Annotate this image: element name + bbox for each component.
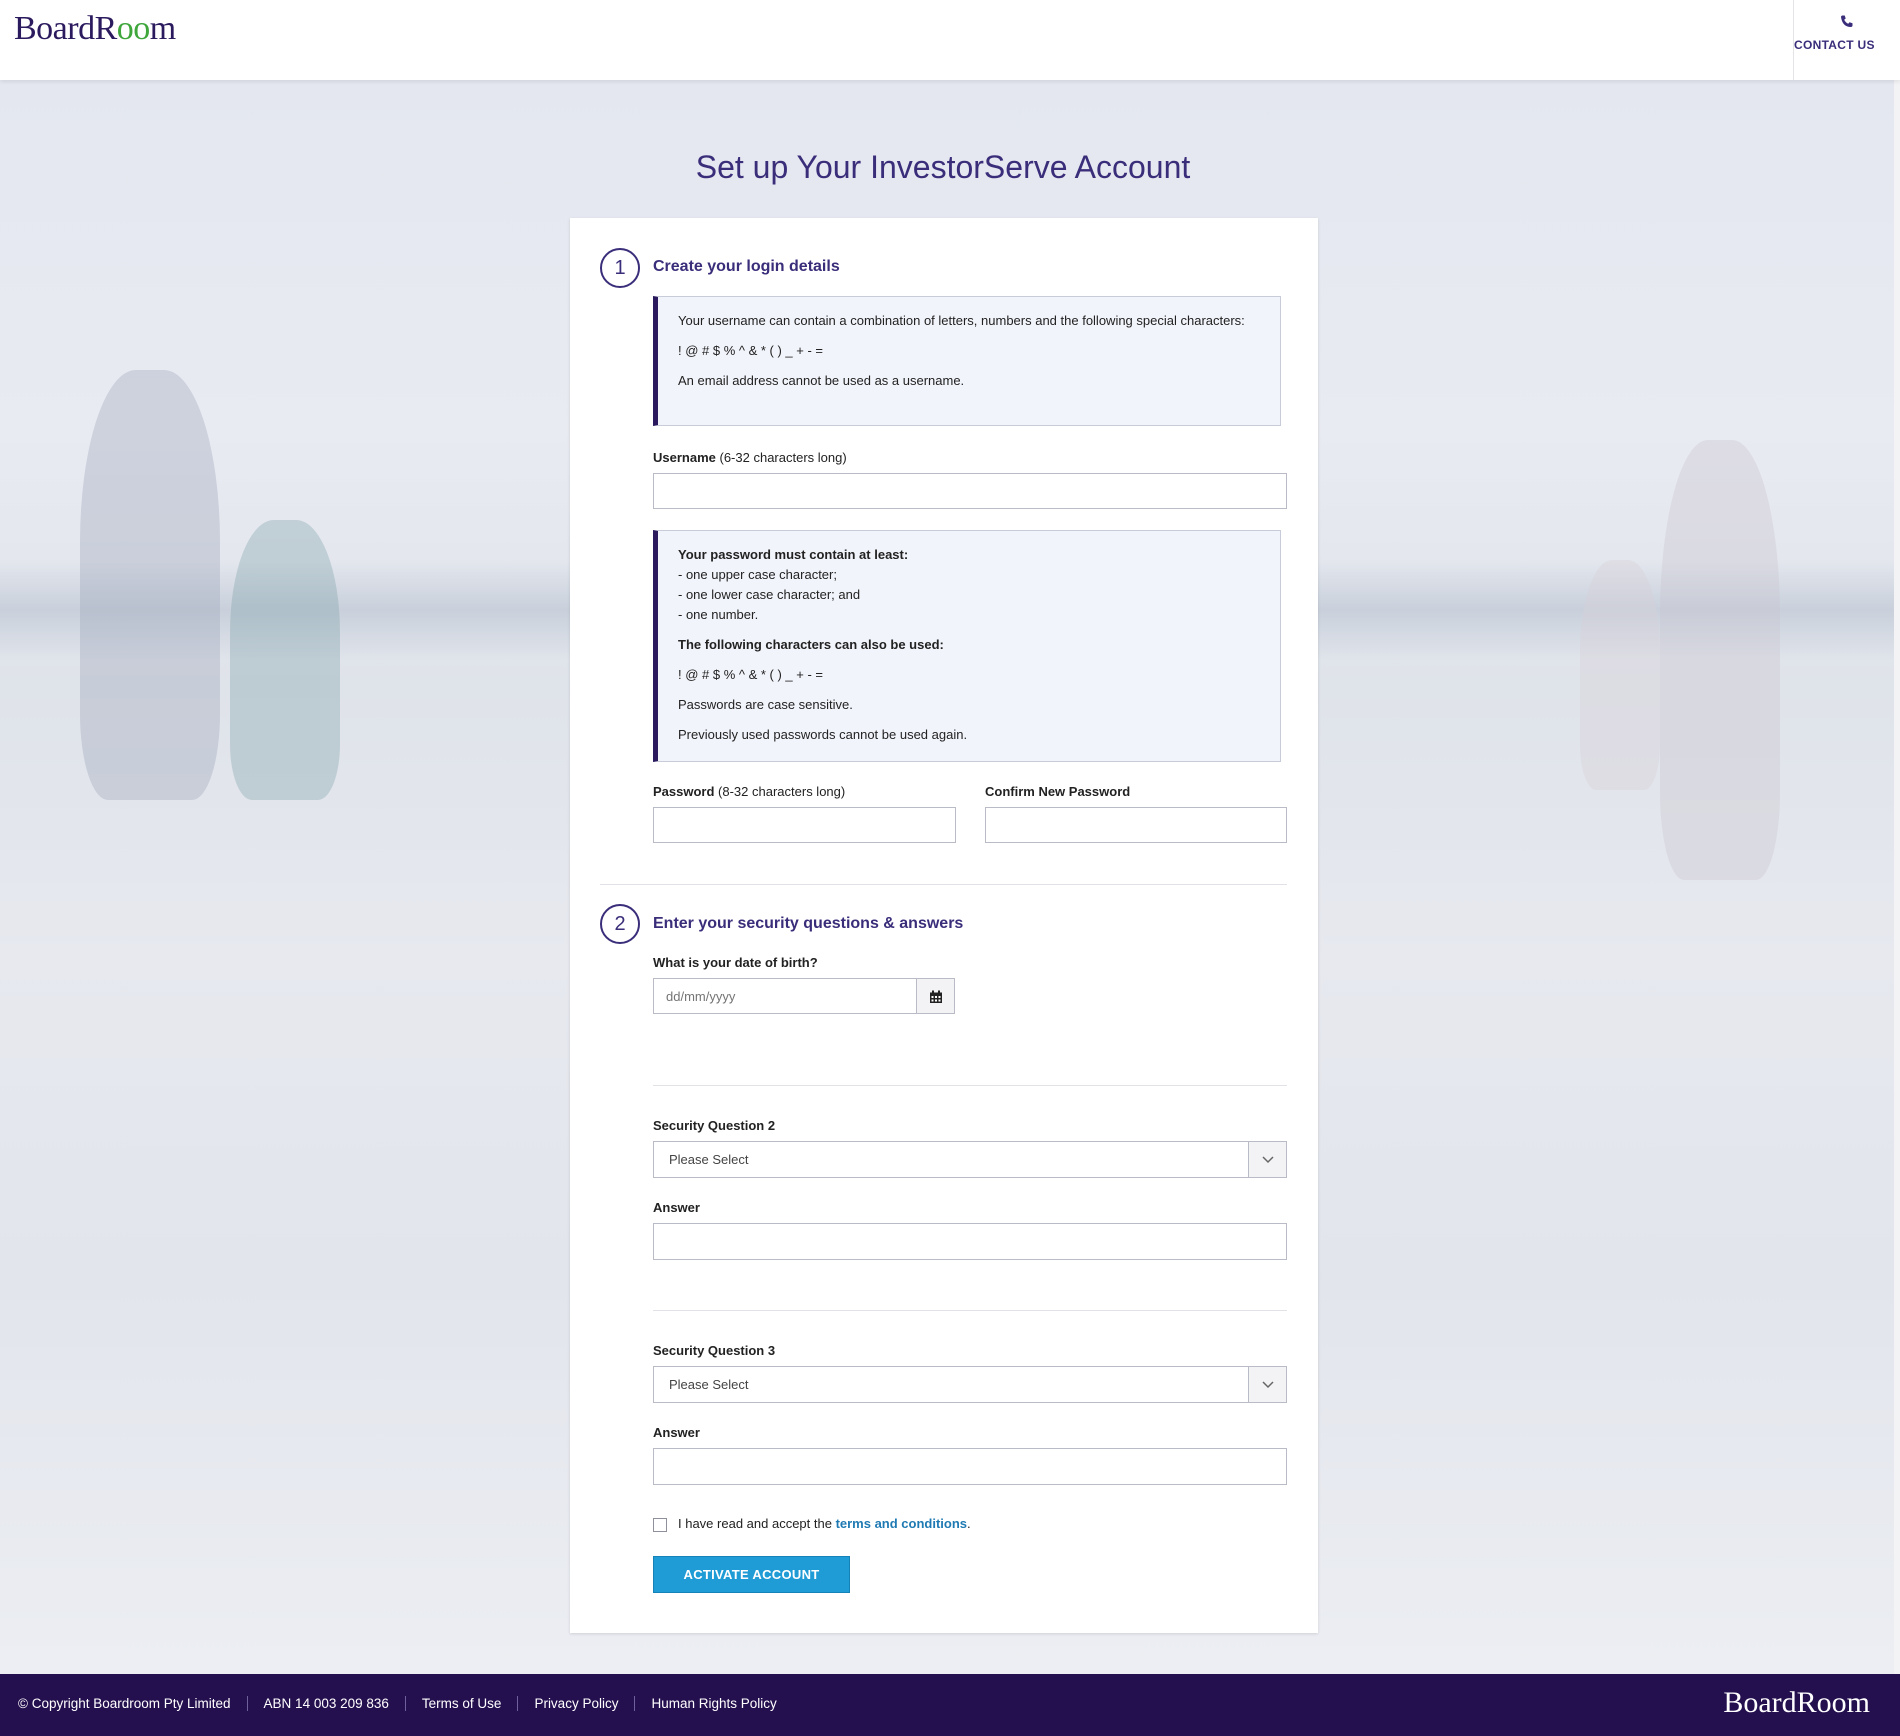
site-footer: © Copyright Boardroom Pty Limited ABN 14…: [0, 1674, 1900, 1736]
confirm-password-label: Confirm New Password: [985, 784, 1131, 799]
terms-link[interactable]: terms and conditions: [836, 1516, 967, 1531]
password-req-upper: - one upper case character;: [678, 567, 837, 582]
page-scrollbar[interactable]: [1894, 80, 1900, 1674]
password-req-lower: - one lower case character; and: [678, 587, 861, 602]
answer-2-label: Answer: [653, 1200, 700, 1215]
question-divider: [653, 1085, 1287, 1086]
calendar-button[interactable]: [916, 978, 955, 1014]
contact-us-label: CONTACT US: [1794, 38, 1875, 52]
dob-input[interactable]: [653, 978, 917, 1014]
answer-2-input[interactable]: [653, 1223, 1287, 1260]
step-2-badge: 2: [600, 904, 640, 944]
calendar-icon: [929, 990, 942, 1003]
phone-icon: [1794, 14, 1900, 34]
background-figure-mother: [1660, 440, 1780, 880]
username-label: Username (6-32 characters long): [653, 450, 847, 465]
footer-human-rights-link[interactable]: Human Rights Policy: [634, 1696, 792, 1711]
chevron-down-icon: [1248, 1367, 1286, 1402]
page-title: Set up Your InvestorServe Account: [695, 149, 1191, 186]
boardroom-logo[interactable]: BoardRoom: [14, 10, 176, 48]
account-setup-form: 1 Create your login details Your usernam…: [570, 218, 1318, 1633]
footer-abn: ABN 14 003 209 836: [246, 1696, 405, 1711]
security-question-3-select[interactable]: Please Select: [653, 1366, 1287, 1403]
footer-links: © Copyright Boardroom Pty Limited ABN 14…: [18, 1696, 793, 1711]
username-input[interactable]: [653, 473, 1287, 509]
step-2-title: Enter your security questions & answers: [653, 915, 964, 932]
password-rules-heading: Your password must contain at least:: [678, 547, 909, 562]
password-rules-box: Your password must contain at least: - o…: [653, 530, 1281, 762]
password-also-heading: The following characters can also be use…: [678, 637, 944, 652]
footer-copyright: © Copyright Boardroom Pty Limited: [18, 1696, 231, 1711]
contact-us-button[interactable]: CONTACT US: [1793, 0, 1900, 80]
footer-logo: BoardRoom: [1723, 1686, 1870, 1719]
terms-label: I have read and accept the terms and con…: [678, 1516, 971, 1531]
answer-3-label: Answer: [653, 1425, 700, 1440]
confirm-password-input[interactable]: [985, 807, 1287, 843]
username-allowed-chars: ! @ # $ % ^ & * ( ) _ + - =: [678, 343, 824, 358]
question-divider: [653, 1310, 1287, 1311]
background-figure-child: [230, 520, 340, 800]
password-case-note: Passwords are case sensitive.: [678, 697, 853, 712]
password-reuse-note: Previously used passwords cannot be used…: [678, 727, 968, 742]
password-req-number: - one number.: [678, 607, 759, 622]
footer-terms-link[interactable]: Terms of Use: [404, 1696, 518, 1711]
footer-privacy-link[interactable]: Privacy Policy: [517, 1696, 634, 1711]
activate-account-button[interactable]: ACTIVATE ACCOUNT: [653, 1556, 850, 1593]
security-question-3-label: Security Question 3: [653, 1343, 776, 1358]
chevron-down-icon: [1248, 1142, 1286, 1177]
step-1-title: Create your login details: [653, 258, 840, 275]
security-question-2-select[interactable]: Please Select: [653, 1141, 1287, 1178]
step-1-badge: 1: [600, 248, 640, 288]
password-label: Password (8-32 characters long): [653, 784, 846, 799]
terms-checkbox[interactable]: [653, 1518, 667, 1532]
security-question-2-label: Security Question 2: [653, 1118, 776, 1133]
username-rules-box: Your username can contain a combination …: [653, 296, 1281, 426]
dob-label: What is your date of birth?: [653, 955, 818, 970]
background-figure-girl: [1580, 560, 1660, 790]
background-figure-father: [80, 370, 220, 800]
username-rules-text: Your username can contain a combination …: [678, 313, 1245, 328]
security-question-2-value: Please Select: [669, 1152, 749, 1167]
answer-3-input[interactable]: [653, 1448, 1287, 1485]
security-question-3-value: Please Select: [669, 1377, 749, 1392]
username-email-note: An email address cannot be used as a use…: [678, 373, 965, 388]
section-divider: [600, 884, 1287, 885]
password-allowed-chars: ! @ # $ % ^ & * ( ) _ + - =: [678, 667, 824, 682]
site-header: BoardRoom CONTACT US: [0, 0, 1900, 80]
password-input[interactable]: [653, 807, 956, 843]
